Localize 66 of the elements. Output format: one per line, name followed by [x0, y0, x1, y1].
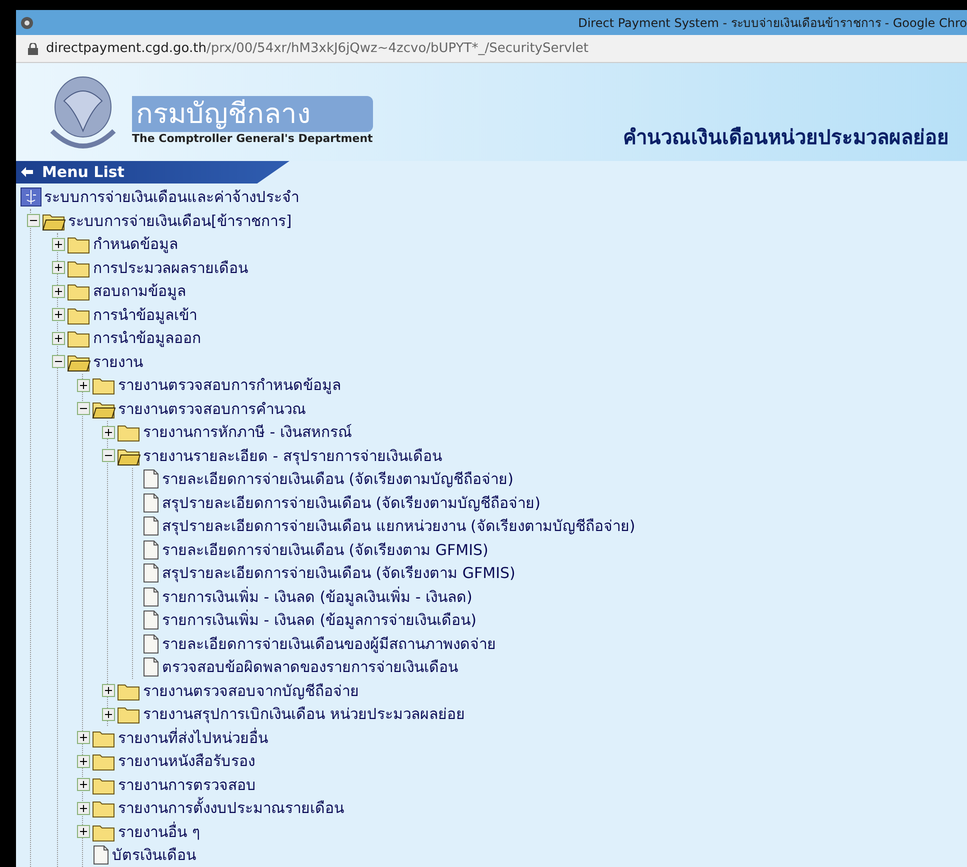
expand-icon[interactable]: [52, 238, 65, 251]
menu-item[interactable]: กำหนดข้อมูล: [93, 232, 178, 256]
lock-icon: [28, 42, 38, 54]
menu-item[interactable]: รายงานการตั้งงบประมาณรายเดือน: [118, 796, 344, 820]
collapse-icon[interactable]: [102, 449, 115, 462]
page-title: คำนวณเงินเดือนหน่วยประมวลผลย่อย: [623, 124, 949, 151]
menu-item[interactable]: ตรวจสอบข้อผิดพลาดของรายการจ่ายเงินเดือน: [162, 655, 458, 680]
document-icon: [142, 469, 160, 490]
document-icon: [142, 657, 160, 678]
expand-icon[interactable]: [102, 426, 115, 439]
menu-item[interactable]: สรุปรายละเอียดการจ่ายเงินเดือน (จัดเรียงตาม GFMIS): [162, 561, 516, 586]
menu-item[interactable]: รายงานตรวจสอบการคำนวณ: [118, 396, 306, 421]
menu-item[interactable]: สรุปรายละเอียดการจ่ายเงินเดือน แยกหน่วยงาน (จัดเรียงตามบัญชีถือจ่าย): [162, 514, 636, 538]
expand-icon[interactable]: [77, 378, 90, 392]
expand-icon[interactable]: [52, 308, 65, 322]
expand-icon[interactable]: [52, 332, 65, 345]
org-name-english: The Comptroller General's Department: [132, 132, 373, 145]
menu-item[interactable]: สรุปรายละเอียดการจ่ายเงินเดือน (จัดเรียงตามบัญชีถือจ่าย): [162, 490, 540, 515]
document-icon: [142, 586, 160, 607]
expand-icon[interactable]: [52, 284, 65, 298]
expand-icon[interactable]: [77, 825, 90, 838]
collapse-icon[interactable]: [52, 355, 65, 368]
menu-item[interactable]: ระบบการจ่ายเงินเดือนและค่าจ้างประจำ: [44, 185, 299, 210]
expand-icon[interactable]: [102, 684, 115, 698]
browser-logo-icon: [20, 16, 34, 30]
expand-icon[interactable]: [77, 802, 90, 815]
org-name: กรมบัญชีกลาง: [132, 96, 373, 132]
expand-icon[interactable]: [77, 778, 90, 792]
menu-item[interactable]: รายละเอียดการจ่ายเงินเดือน (จัดเรียงตามบัญชีถือจ่าย): [162, 467, 514, 492]
menu-item[interactable]: การนำข้อมูลออก: [93, 326, 201, 350]
document-icon: [142, 540, 160, 560]
menu-item[interactable]: รายการเงินเพิ่ม - เงินลด (ข้อมูลเงินเพิ่ม - เงินลด): [162, 584, 472, 609]
menu-item[interactable]: รายงานตรวจสอบการกำหนดข้อมูล: [118, 373, 341, 398]
menu-item[interactable]: บัตรเงินเดือน: [112, 843, 196, 867]
document-icon: [142, 516, 160, 536]
menu-item[interactable]: รายละเอียดการจ่ายเงินเดือนของผู้มีสถานภาพงดจ่าย: [162, 632, 496, 656]
menu-item[interactable]: รายงาน: [93, 350, 143, 374]
document-icon: [142, 492, 160, 513]
menu-item[interactable]: การนำข้อมูลเข้า: [93, 302, 197, 327]
document-icon: [92, 845, 110, 866]
menu-item[interactable]: รายการเงินเพิ่ม - เงินลด (ข้อมูลการจ่ายเงินเดือน): [162, 608, 476, 632]
menu-item[interactable]: รายงานที่ส่งไปหน่วยอื่น: [118, 726, 268, 750]
menu-item[interactable]: รายงานตรวจสอบจากบัญชีถือจ่าย: [143, 678, 359, 703]
expand-icon[interactable]: [52, 261, 65, 274]
document-icon: [142, 563, 160, 584]
menu-item[interactable]: รายงานการตรวจสอบ: [118, 772, 256, 797]
expand-icon[interactable]: [77, 754, 90, 768]
menu-item[interactable]: ระบบการจ่ายเงินเดือน[ข้าราชการ]: [68, 208, 292, 233]
menu-item[interactable]: การประมวลผลรายเดือน: [93, 256, 248, 280]
collapse-icon[interactable]: [77, 402, 90, 416]
document-icon: [142, 610, 160, 630]
menu-item[interactable]: รายงานอื่น ๆ: [118, 820, 200, 844]
back-arrow-icon[interactable]: [20, 166, 34, 178]
menu-item[interactable]: สอบถามข้อมูล: [93, 279, 186, 304]
menu-item[interactable]: รายละเอียดการจ่ายเงินเดือน (จัดเรียงตาม GFMIS): [162, 538, 488, 562]
document-icon: [142, 634, 160, 654]
menu-item[interactable]: รายงานการหักภาษี - เงินสหกรณ์: [143, 420, 352, 444]
collapse-icon[interactable]: [27, 214, 40, 228]
url-text[interactable]: directpayment.cgd.go.th/prx/00/54xr/hM3xkJ6jQwz~4zcvo/bUPYT*_/SecurityServlet: [46, 41, 588, 56]
expand-icon[interactable]: [77, 731, 90, 744]
menu-title: Menu List: [42, 163, 124, 182]
expand-icon[interactable]: [102, 708, 115, 721]
menu-item[interactable]: รายงานหนังสือรับรอง: [118, 749, 255, 774]
menu-item[interactable]: รายงานสรุปการเบิกเงินเดือน หน่วยประมวลผลย่อย: [143, 702, 465, 726]
window-title: Direct Payment System - ระบบจ่ายเงินเดือนข้าราชการ - Google Chro: [578, 15, 967, 32]
menu-item[interactable]: รายงานรายละเอียด - สรุปรายการจ่ายเงินเดือน: [143, 444, 442, 468]
